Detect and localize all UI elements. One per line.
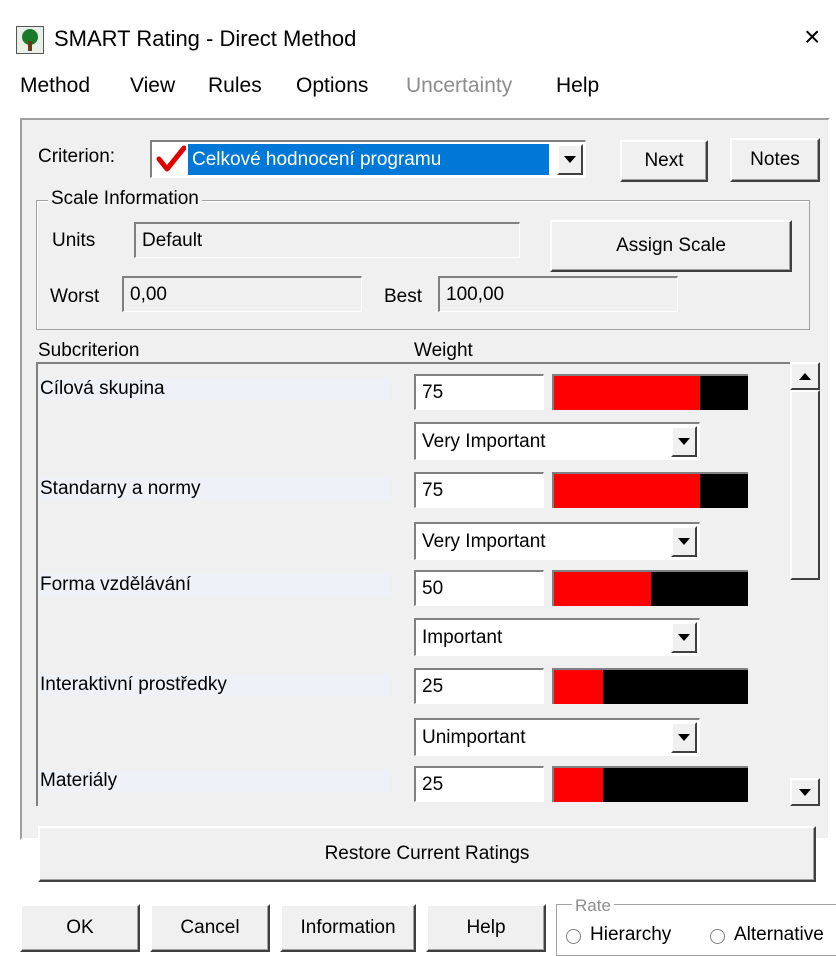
importance-select[interactable]: Very Important: [414, 422, 700, 460]
criterion-select[interactable]: Celkové hodnocení programu: [150, 140, 586, 178]
importance-select[interactable]: Important: [414, 618, 700, 656]
weight-input[interactable]: 75: [414, 472, 544, 508]
menu-options[interactable]: Options: [296, 74, 368, 98]
subcriterion-name: Forma vzdělávání: [40, 574, 390, 596]
weight-bar[interactable]: [552, 766, 748, 802]
window-title: SMART Rating - Direct Method: [54, 26, 357, 51]
notes-button[interactable]: Notes: [730, 138, 820, 182]
subcriterion-name: Standarny a normy: [40, 478, 390, 500]
weight-input[interactable]: 25: [414, 668, 544, 704]
chevron-down-icon[interactable]: [671, 722, 697, 753]
subcriterion-name: Cílová skupina: [40, 378, 390, 400]
weight-bar[interactable]: [552, 374, 748, 410]
chevron-down-icon[interactable]: [557, 144, 583, 175]
subcriterion-header: Subcriterion: [38, 340, 140, 361]
importance-value: Unimportant: [422, 726, 526, 748]
chevron-down-icon[interactable]: [671, 426, 697, 457]
weight-bar-fill: [554, 670, 603, 704]
scale-information-title: Scale Information: [48, 188, 202, 210]
cancel-label: Cancel: [180, 917, 240, 938]
weight-input[interactable]: 50: [414, 570, 544, 606]
criterion-label: Criterion:: [38, 146, 116, 167]
tree-icon: [16, 26, 44, 54]
information-button[interactable]: Information: [280, 904, 416, 952]
rate-group-title: Rate: [572, 896, 614, 916]
weight-bar[interactable]: [552, 472, 748, 508]
units-field[interactable]: Default: [134, 222, 520, 258]
subcriterion-name: Materiály: [40, 770, 390, 792]
menu-uncertainty[interactable]: Uncertainty: [406, 74, 512, 98]
weight-input[interactable]: 25: [414, 766, 544, 802]
menu-method[interactable]: Method: [20, 74, 90, 98]
chevron-down-icon[interactable]: [671, 526, 697, 557]
ok-label: OK: [66, 917, 94, 938]
help-button[interactable]: Help: [426, 904, 546, 952]
weight-header: Weight: [414, 340, 473, 361]
weight-bar-fill: [554, 376, 700, 410]
next-button[interactable]: Next: [620, 140, 708, 182]
importance-value: Very Important: [422, 430, 546, 452]
alternative-radio[interactable]: [710, 929, 725, 944]
restore-ratings-label: Restore Current Ratings: [324, 843, 530, 864]
information-label: Information: [300, 917, 396, 938]
criterion-selected-text: Celkové hodnocení programu: [188, 144, 549, 175]
assign-scale-label: Assign Scale: [616, 235, 726, 256]
weight-bar[interactable]: [552, 570, 748, 606]
best-field[interactable]: 100,00: [438, 276, 678, 312]
scroll-up-icon[interactable]: [790, 362, 820, 390]
hierarchy-label: Hierarchy: [590, 924, 672, 945]
subcriterion-name: Interaktivní prostředky: [40, 674, 390, 696]
worst-label: Worst: [50, 286, 100, 307]
importance-select[interactable]: Very Important: [414, 522, 700, 560]
hierarchy-radio[interactable]: [566, 929, 581, 944]
menu-view[interactable]: View: [130, 74, 175, 98]
importance-value: Very Important: [422, 530, 546, 552]
restore-ratings-button[interactable]: Restore Current Ratings: [38, 826, 816, 882]
chevron-down-icon[interactable]: [671, 622, 697, 653]
weight-bar-fill: [554, 572, 651, 606]
weight-bar-fill: [554, 768, 603, 802]
help-label: Help: [466, 917, 506, 938]
checkmark-icon: [156, 144, 187, 174]
weight-bar[interactable]: [552, 668, 748, 704]
scroll-thumb[interactable]: [790, 390, 820, 580]
weight-bar-fill: [554, 474, 700, 508]
importance-value: Important: [422, 626, 503, 648]
best-label: Best: [384, 286, 423, 307]
assign-scale-button[interactable]: Assign Scale: [550, 220, 792, 272]
next-button-label: Next: [644, 150, 684, 171]
menu-help[interactable]: Help: [556, 74, 599, 98]
worst-field[interactable]: 0,00: [122, 276, 362, 312]
alternative-label: Alternative: [734, 924, 824, 945]
cancel-button[interactable]: Cancel: [150, 904, 270, 952]
scroll-down-icon[interactable]: [790, 778, 820, 806]
menu-rules[interactable]: Rules: [208, 74, 262, 98]
notes-button-label: Notes: [750, 149, 800, 170]
ok-button[interactable]: OK: [20, 904, 140, 952]
close-icon[interactable]: ×: [804, 22, 820, 52]
vertical-scrollbar[interactable]: [790, 362, 820, 806]
importance-select[interactable]: Unimportant: [414, 718, 700, 756]
units-label: Units: [52, 230, 96, 251]
weight-input[interactable]: 75: [414, 374, 544, 410]
